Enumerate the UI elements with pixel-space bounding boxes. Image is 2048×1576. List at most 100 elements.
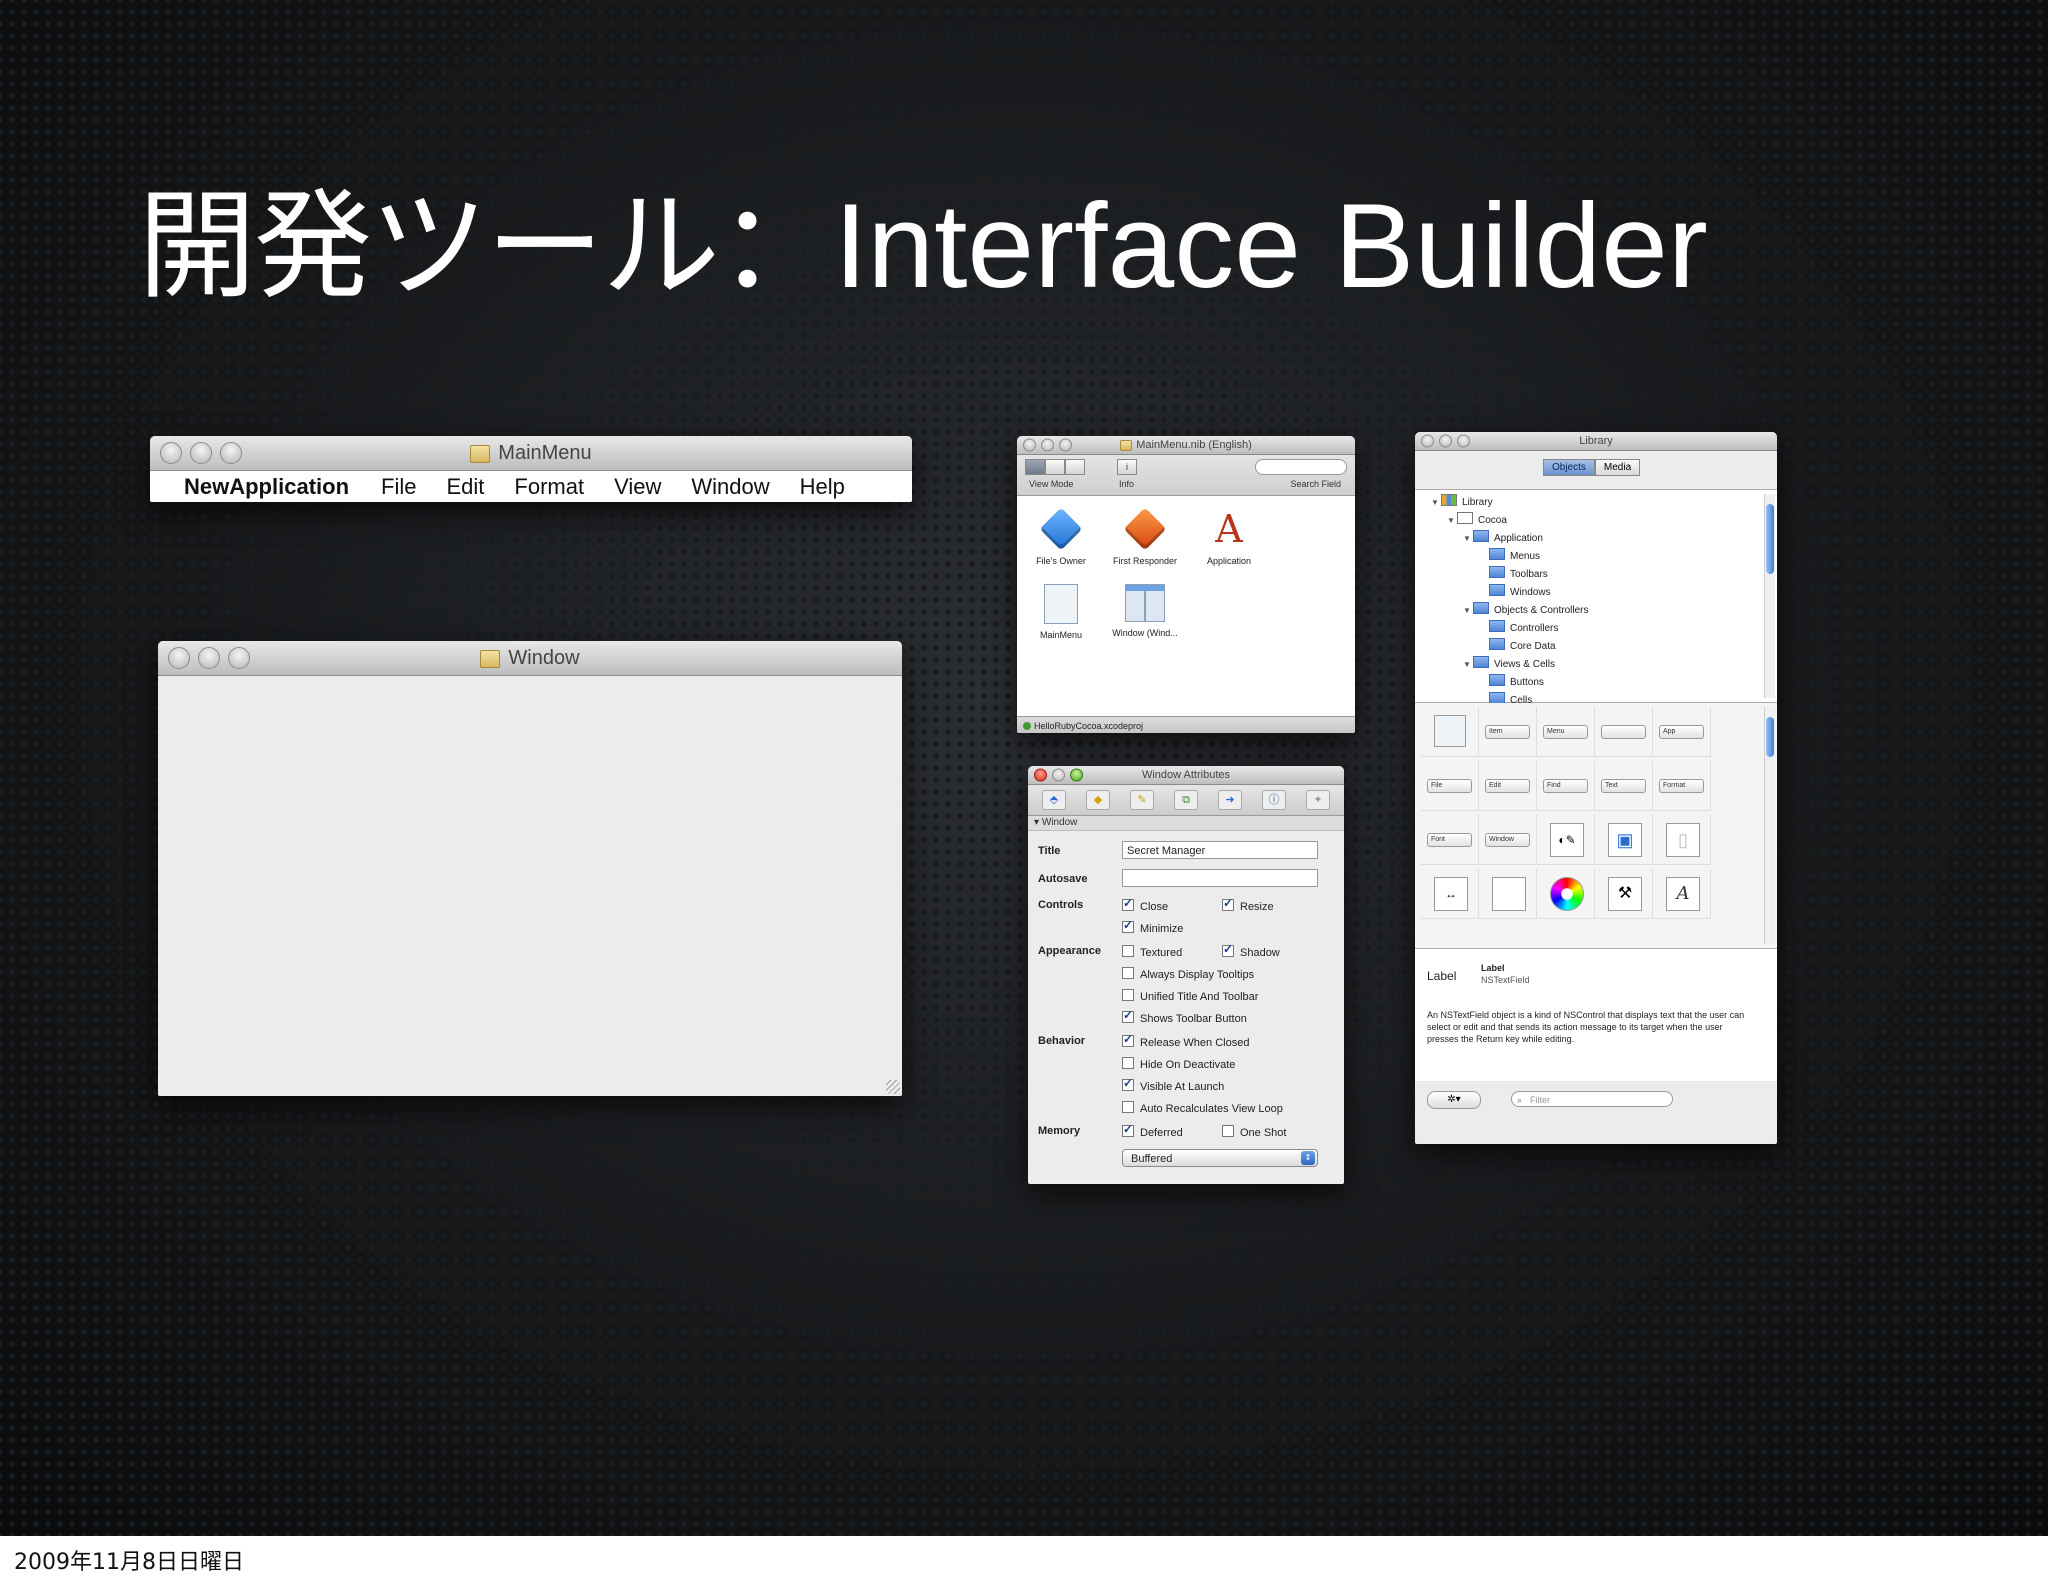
- minimize-button[interactable]: [198, 647, 220, 669]
- menu-item-edit[interactable]: Edit: [446, 474, 484, 500]
- close-button[interactable]: [160, 442, 182, 464]
- toolbar-button-checkbox[interactable]: Shows Toolbar Button: [1122, 1008, 1247, 1025]
- grid-cell[interactable]: A: [1653, 869, 1711, 919]
- window-section-header[interactable]: ▾ Window: [1028, 816, 1344, 831]
- grid-cell[interactable]: ◐✎: [1537, 815, 1595, 865]
- grid-cell[interactable]: ▣: [1595, 815, 1653, 865]
- grid-cell[interactable]: [1537, 869, 1595, 919]
- always-tooltips-checkbox[interactable]: Always Display Tooltips: [1122, 967, 1254, 981]
- textured-checkbox[interactable]: Textured: [1122, 945, 1182, 959]
- visible-launch-checkbox[interactable]: Visible At Launch: [1122, 1076, 1224, 1093]
- search-input[interactable]: [1255, 459, 1347, 475]
- files-owner-item[interactable]: File's Owner: [1021, 507, 1101, 566]
- close-checkbox[interactable]: Close: [1122, 896, 1168, 913]
- tree-node[interactable]: ▼ Objects & Controllers: [1463, 602, 1588, 616]
- info-button[interactable]: i: [1117, 459, 1137, 475]
- application-item[interactable]: A Application: [1189, 508, 1269, 566]
- one-shot-checkbox[interactable]: One Shot: [1222, 1125, 1286, 1139]
- window-item[interactable]: Window (Wind...: [1105, 584, 1185, 638]
- grid-cell[interactable]: Format: [1653, 761, 1711, 811]
- attributes-tab-icon[interactable]: ⬘: [1042, 790, 1066, 810]
- close-button[interactable]: [1023, 438, 1036, 452]
- grid-cell[interactable]: Window: [1479, 815, 1537, 865]
- minimize-button[interactable]: [1041, 438, 1054, 452]
- backing-popup[interactable]: Buffered ⇕: [1122, 1149, 1318, 1167]
- release-closed-checkbox[interactable]: Release When Closed: [1122, 1032, 1249, 1049]
- menu-item-app[interactable]: NewApplication: [184, 474, 349, 500]
- library-titlebar[interactable]: Library: [1415, 432, 1777, 451]
- grid-cell[interactable]: Font: [1421, 815, 1479, 865]
- main-menu-title: MainMenu: [498, 442, 592, 464]
- effects-tab-icon[interactable]: ◆: [1086, 790, 1110, 810]
- tree-node[interactable]: Menus: [1489, 548, 1540, 562]
- autosave-field[interactable]: [1122, 869, 1318, 887]
- zoom-button[interactable]: [228, 647, 250, 669]
- view-mode-control[interactable]: [1025, 459, 1085, 475]
- zoom-button[interactable]: [220, 442, 242, 464]
- mainmenu-item[interactable]: MainMenu: [1021, 584, 1101, 640]
- connections-tab-icon[interactable]: ➜: [1218, 790, 1242, 810]
- filter-input[interactable]: ⌕ Filter: [1511, 1091, 1673, 1107]
- close-button[interactable]: [1421, 434, 1434, 448]
- grid-cell[interactable]: Item: [1479, 707, 1537, 757]
- bindings-tab-icon[interactable]: ⧉: [1174, 790, 1198, 810]
- resize-grip[interactable]: [886, 1080, 900, 1094]
- grid-cell[interactable]: [1421, 707, 1479, 757]
- grid-cell[interactable]: [1595, 707, 1653, 757]
- minimize-button[interactable]: [190, 442, 212, 464]
- menu-item-file[interactable]: File: [381, 474, 416, 500]
- main-menu-titlebar[interactable]: MainMenu: [150, 436, 912, 471]
- grid-cell[interactable]: ⚒: [1595, 869, 1653, 919]
- close-button[interactable]: [168, 647, 190, 669]
- window-content[interactable]: [158, 676, 902, 1096]
- zoom-button[interactable]: [1070, 768, 1083, 782]
- menu-item-window[interactable]: Window: [691, 474, 769, 500]
- inspector-titlebar[interactable]: Window Attributes: [1028, 766, 1344, 785]
- grid-scrollbar[interactable]: [1764, 707, 1775, 944]
- grid-cell[interactable]: ▯: [1653, 815, 1711, 865]
- grid-cell[interactable]: [1479, 869, 1537, 919]
- nib-titlebar[interactable]: MainMenu.nib (English): [1017, 436, 1355, 455]
- menu-item-help[interactable]: Help: [800, 474, 845, 500]
- grid-cell[interactable]: Edit: [1479, 761, 1537, 811]
- zoom-button[interactable]: [1457, 434, 1470, 448]
- grid-cell[interactable]: Find: [1537, 761, 1595, 811]
- tree-node[interactable]: Controllers: [1489, 620, 1558, 634]
- grid-cell[interactable]: File: [1421, 761, 1479, 811]
- hide-deactivate-checkbox[interactable]: Hide On Deactivate: [1122, 1057, 1235, 1071]
- identity-tab-icon[interactable]: ⓘ: [1262, 790, 1286, 810]
- minimize-button[interactable]: [1439, 434, 1452, 448]
- tree-node[interactable]: Buttons: [1489, 674, 1544, 688]
- zoom-button[interactable]: [1059, 438, 1072, 452]
- menu-item-view[interactable]: View: [614, 474, 661, 500]
- first-responder-item[interactable]: First Responder: [1105, 507, 1185, 566]
- tree-scrollbar[interactable]: [1764, 494, 1775, 698]
- deferred-checkbox[interactable]: Deferred: [1122, 1122, 1183, 1139]
- tree-node[interactable]: ▼ Library: [1431, 494, 1493, 508]
- grid-cell[interactable]: Text: [1595, 761, 1653, 811]
- grid-cell[interactable]: App: [1653, 707, 1711, 757]
- resize-checkbox[interactable]: Resize: [1222, 896, 1274, 913]
- tree-node[interactable]: Core Data: [1489, 638, 1556, 652]
- menu-item-format[interactable]: Format: [514, 474, 584, 500]
- tree-node[interactable]: ▼ Cocoa: [1447, 512, 1507, 526]
- grid-cell[interactable]: ↔: [1421, 869, 1479, 919]
- tab-objects[interactable]: Objects: [1543, 459, 1595, 476]
- minimize-checkbox[interactable]: Minimize: [1122, 918, 1183, 935]
- window-titlebar[interactable]: Window: [158, 641, 902, 676]
- minimize-button[interactable]: [1052, 768, 1065, 782]
- tree-node[interactable]: ▼ Views & Cells: [1463, 656, 1555, 670]
- tree-node[interactable]: ▼ Application: [1463, 530, 1543, 544]
- tree-node[interactable]: Toolbars: [1489, 566, 1548, 580]
- title-field[interactable]: Secret Manager: [1122, 841, 1318, 859]
- unified-toolbar-checkbox[interactable]: Unified Title And Toolbar: [1122, 989, 1258, 1003]
- tab-media[interactable]: Media: [1594, 459, 1641, 476]
- grid-cell[interactable]: Menu: [1537, 707, 1595, 757]
- auto-recalc-checkbox[interactable]: Auto Recalculates View Loop: [1122, 1101, 1283, 1115]
- tree-node[interactable]: Windows: [1489, 584, 1551, 598]
- shadow-checkbox[interactable]: Shadow: [1222, 942, 1280, 959]
- gear-menu-button[interactable]: ✲▾: [1427, 1091, 1481, 1109]
- size-tab-icon[interactable]: ✎: [1130, 790, 1154, 810]
- applescript-tab-icon[interactable]: ✦: [1306, 790, 1330, 810]
- close-button[interactable]: [1034, 768, 1047, 782]
